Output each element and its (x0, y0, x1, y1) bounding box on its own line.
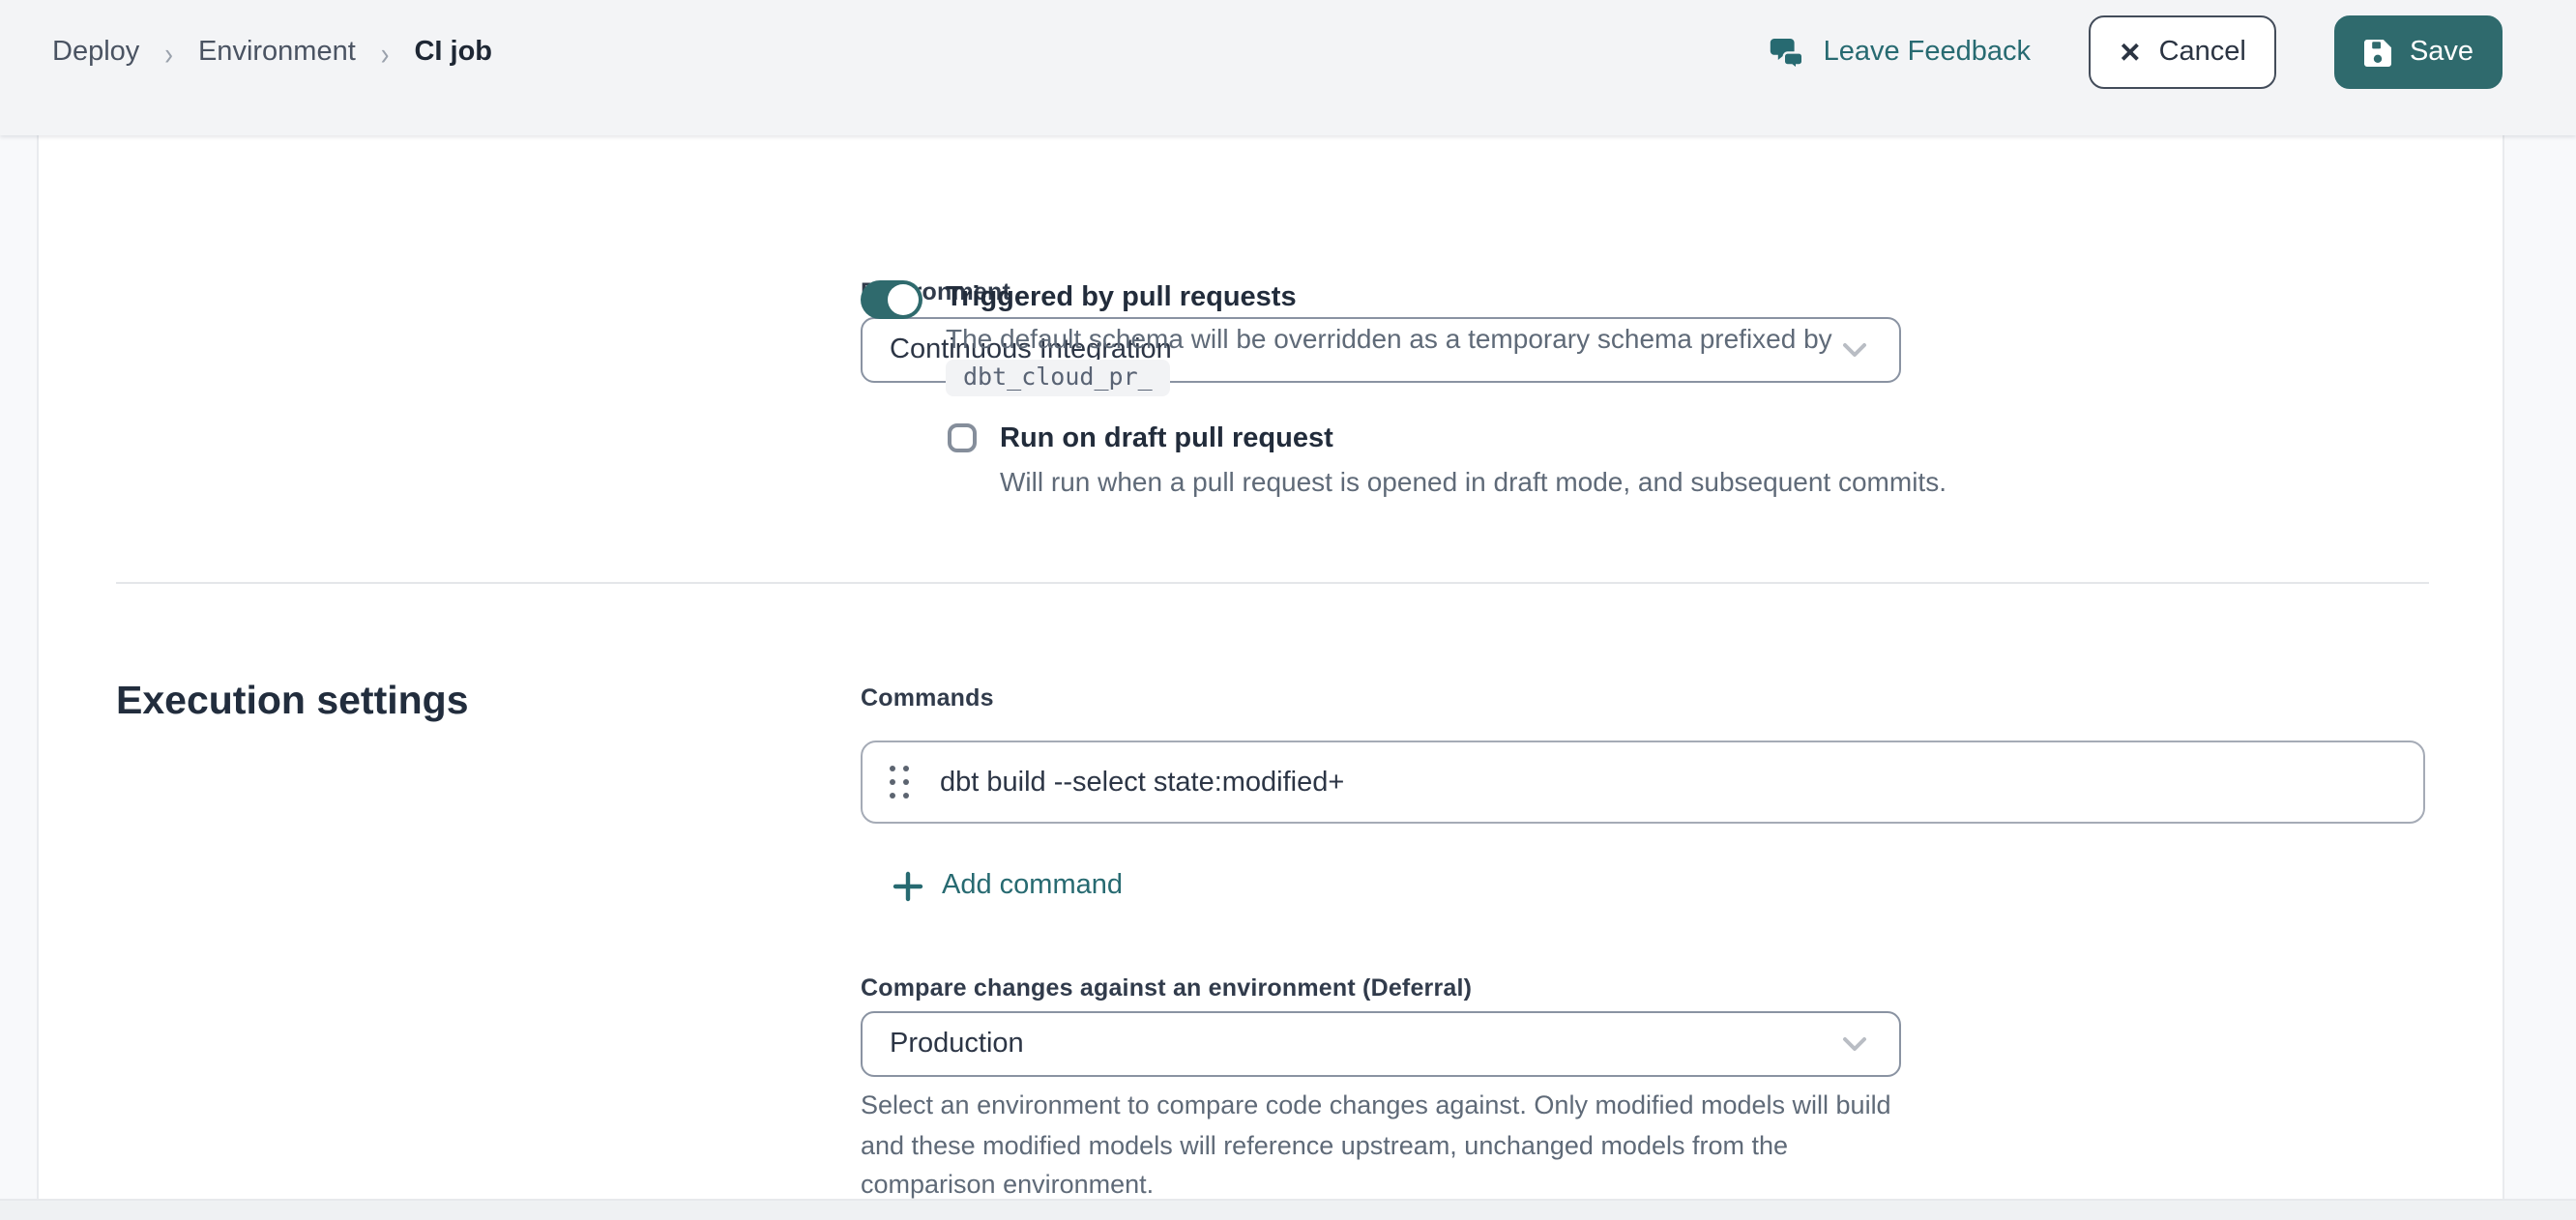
chevron-right-icon: › (381, 34, 390, 71)
pr-trigger-toggle[interactable] (861, 280, 922, 319)
main-content: Environment Continuous Integration Trigg… (0, 135, 2576, 1220)
cancel-button[interactable]: ✕ Cancel (2089, 15, 2276, 89)
add-command-label: Add command (942, 866, 1123, 905)
leave-feedback-label: Leave Feedback (1824, 37, 2031, 68)
left-page-gutter (0, 135, 39, 1220)
leave-feedback-link[interactable]: Leave Feedback (1770, 15, 2031, 89)
command-input[interactable]: dbt build --select state:modified+ (940, 767, 1344, 798)
section-divider (116, 582, 2429, 584)
deferral-help-text: Select an environment to compare code ch… (861, 1087, 1928, 1205)
top-bar-actions: Leave Feedback ✕ Cancel Save (1770, 15, 2503, 89)
breadcrumb-ci-job: CI job (414, 37, 492, 68)
schema-prefix-code: dbt_cloud_pr_ (946, 360, 1170, 396)
commands-label: Commands (861, 684, 994, 712)
execution-settings-title: Execution settings (116, 675, 469, 727)
chevron-down-icon (1837, 1027, 1872, 1061)
draft-pr-description: Will run when a pull request is opened i… (1000, 462, 2276, 501)
pr-trigger-description: The default schema will be overridden as… (946, 319, 2183, 358)
deferral-label: Compare changes against an environment (… (861, 974, 1472, 1002)
deferral-select[interactable]: Production (861, 1011, 1901, 1077)
breadcrumb-deploy[interactable]: Deploy (52, 37, 139, 68)
right-page-gutter (2503, 135, 2576, 1220)
toggle-knob (888, 284, 919, 315)
draft-pr-label: Run on draft pull request (1000, 420, 1333, 458)
chevron-right-icon: › (164, 34, 173, 71)
save-button[interactable]: Save (2334, 15, 2503, 89)
plus-icon (892, 869, 924, 902)
deferral-select-value: Production (890, 1029, 1024, 1060)
save-floppy-icon (2363, 38, 2392, 67)
cancel-label: Cancel (2159, 37, 2246, 68)
ci-job-settings-page: Deploy › Environment › CI job Leave Feed… (0, 0, 2576, 1220)
top-bar: Deploy › Environment › CI job Leave Feed… (0, 0, 2576, 135)
pr-trigger-label: Triggered by pull requests (946, 278, 1297, 317)
breadcrumb: Deploy › Environment › CI job (52, 15, 492, 89)
chat-bubbles-icon (1770, 36, 1806, 69)
drag-handle-icon[interactable] (890, 765, 911, 799)
breadcrumb-environment[interactable]: Environment (198, 37, 356, 68)
save-label: Save (2410, 37, 2474, 68)
close-icon: ✕ (2119, 39, 2141, 66)
command-row[interactable]: dbt build --select state:modified+ (861, 741, 2425, 824)
draft-pr-checkbox[interactable] (948, 423, 977, 452)
add-command-button[interactable]: Add command (892, 866, 1123, 905)
bottom-page-edge (0, 1199, 2576, 1220)
